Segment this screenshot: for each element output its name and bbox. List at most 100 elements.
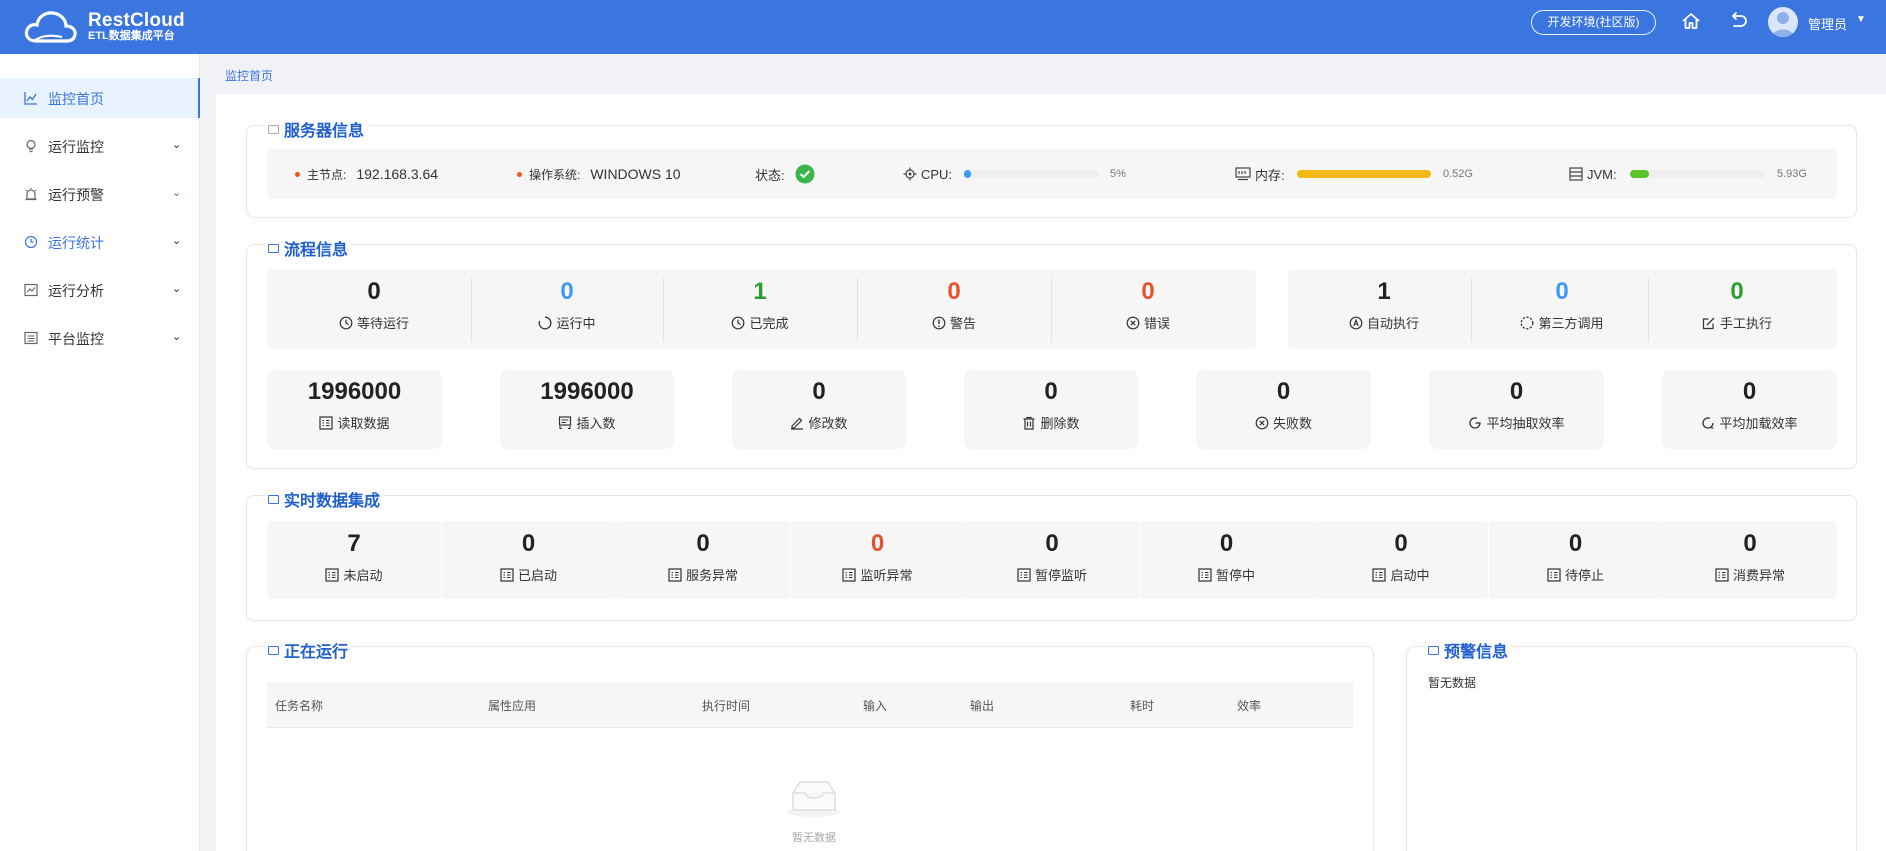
insert-icon bbox=[559, 415, 572, 429]
column-header-input[interactable]: 输入 bbox=[863, 697, 887, 714]
master-label: 主节点: bbox=[307, 167, 347, 182]
breadcrumb[interactable]: 监控首页 bbox=[225, 67, 273, 84]
stat-label: 自动执行 bbox=[1322, 313, 1446, 332]
realtime-stat-card[interactable]: 0 启动中 bbox=[1314, 521, 1488, 599]
realtime-stat-card[interactable]: 0 消费异常 bbox=[1663, 521, 1837, 599]
stat-value: 0 bbox=[1394, 530, 1408, 557]
chart-line-icon bbox=[24, 92, 37, 105]
environment-button[interactable]: 开发环境(社区版) bbox=[1531, 10, 1656, 35]
stat-label-text: 手工执行 bbox=[1719, 316, 1772, 331]
card-label-text: 插入数 bbox=[576, 416, 616, 431]
stat-completed[interactable]: 1 已完成 bbox=[698, 277, 822, 332]
jvm-progress-fill bbox=[1630, 170, 1649, 178]
section-title-text: 预警信息 bbox=[1444, 644, 1509, 661]
card-content: 0 平均加载效率 bbox=[1662, 377, 1837, 432]
sidebar-item-run-warning[interactable]: 运行预警 ⌄ bbox=[0, 174, 200, 214]
sidebar-item-label: 监控首页 bbox=[48, 91, 104, 107]
home-icon[interactable] bbox=[1680, 10, 1706, 36]
analysis-icon bbox=[24, 283, 38, 297]
stat-warning[interactable]: 0 警告 bbox=[892, 277, 1016, 332]
stat-waiting[interactable]: 0 等待运行 bbox=[312, 277, 436, 332]
clock-icon bbox=[339, 316, 353, 329]
card-avg-load-efficiency[interactable]: 0 平均加载效率 bbox=[1662, 370, 1837, 449]
realtime-stat: 7 未启动 bbox=[267, 529, 441, 584]
column-header-efficiency[interactable]: 效率 bbox=[1237, 697, 1261, 714]
sidebar-item-platform-monitor[interactable]: 平台监控 ⌄ bbox=[0, 318, 200, 358]
stat-manual-exec[interactable]: 0 手工执行 bbox=[1675, 277, 1799, 332]
column-header-duration[interactable]: 耗时 bbox=[1130, 697, 1154, 714]
column-header-output[interactable]: 输出 bbox=[970, 697, 994, 714]
realtime-stat: 0 待停止 bbox=[1489, 529, 1663, 584]
back-icon[interactable] bbox=[1727, 10, 1753, 36]
section-title: 预警信息 bbox=[1425, 638, 1512, 662]
stat-error[interactable]: 0 错误 bbox=[1086, 277, 1210, 332]
stat-label-text: 已完成 bbox=[749, 316, 789, 331]
stat-label-text: 错误 bbox=[1143, 316, 1170, 331]
sidebar-item-run-monitor[interactable]: 运行监控 ⌄ bbox=[0, 126, 200, 166]
stat-label-text: 警告 bbox=[949, 316, 976, 331]
realtime-stat-card[interactable]: 0 监听异常 bbox=[790, 521, 965, 599]
realtime-stat: 0 启动中 bbox=[1314, 529, 1488, 584]
stat-label-text: 运行中 bbox=[556, 316, 596, 331]
chevron-down-icon: ⌄ bbox=[172, 283, 182, 295]
stat-label-text: 启动中 bbox=[1390, 568, 1430, 583]
card-avg-extract-efficiency[interactable]: 0 平均抽取效率 bbox=[1429, 370, 1604, 449]
column-header-app[interactable]: 属性应用 bbox=[488, 697, 536, 714]
realtime-stat-card[interactable]: 7 未启动 bbox=[267, 521, 441, 599]
sidebar-item-run-stats[interactable]: 运行统计 ⌄ bbox=[0, 222, 200, 262]
stat-value: 0 bbox=[1555, 278, 1569, 305]
realtime-stat-card[interactable]: 0 已启动 bbox=[441, 521, 616, 599]
logo-name: RestCloud bbox=[88, 10, 185, 32]
stat-label-text: 监听异常 bbox=[860, 568, 913, 583]
card-value: 0 bbox=[1509, 378, 1524, 405]
divider bbox=[857, 278, 858, 342]
section-title-text: 实时数据集成 bbox=[284, 493, 381, 510]
stat-auto-exec[interactable]: 1 自动执行 bbox=[1322, 277, 1446, 332]
list-icon bbox=[500, 567, 514, 582]
list-icon bbox=[668, 567, 682, 582]
refresh-icon bbox=[1469, 416, 1482, 429]
stat-label: 启动中 bbox=[1314, 565, 1488, 584]
stat-label-text: 第三方调用 bbox=[1538, 316, 1604, 331]
stat-label-text: 消费异常 bbox=[1732, 568, 1785, 583]
avatar[interactable] bbox=[1768, 7, 1798, 37]
card-fail-count[interactable]: 0 失败数 bbox=[1196, 370, 1371, 449]
realtime-stat-card[interactable]: 0 暂停中 bbox=[1139, 521, 1314, 599]
card-content: 1996000 插入数 bbox=[500, 377, 674, 432]
card-read-data[interactable]: 1996000 读取数据 bbox=[267, 370, 442, 449]
stat-running[interactable]: 0 运行中 bbox=[505, 277, 629, 332]
card-label-text: 删除数 bbox=[1040, 416, 1080, 431]
stat-value: 0 bbox=[1568, 530, 1583, 557]
realtime-stat-card[interactable]: 0 暂停监听 bbox=[965, 521, 1139, 599]
bulb-icon bbox=[26, 139, 36, 153]
divider bbox=[663, 278, 664, 342]
stat-label: 暂停中 bbox=[1140, 565, 1314, 584]
stat-label-text: 暂停监听 bbox=[1034, 568, 1087, 583]
caret-down-icon[interactable]: ▼ bbox=[1856, 14, 1866, 25]
stat-label: 服务异常 bbox=[616, 565, 790, 584]
stat-third-party[interactable]: 0 第三方调用 bbox=[1500, 277, 1624, 332]
card-value: 0 bbox=[1742, 378, 1757, 405]
card-delete-count[interactable]: 0 删除数 bbox=[964, 370, 1138, 449]
card-insert-count[interactable]: 1996000 插入数 bbox=[500, 370, 674, 449]
sidebar-item-run-analysis[interactable]: 运行分析 ⌄ bbox=[0, 270, 200, 310]
sidebar-item-monitor-home[interactable]: 监控首页 bbox=[0, 78, 200, 118]
logo[interactable]: RestCloud ETL数据集成平台 bbox=[22, 4, 185, 50]
section-square-icon bbox=[268, 645, 279, 655]
realtime-stat-card[interactable]: 0 服务异常 bbox=[616, 521, 790, 599]
realtime-stat-card[interactable]: 0 待停止 bbox=[1488, 521, 1663, 599]
column-header-task-name[interactable]: 任务名称 bbox=[275, 697, 323, 714]
card-label: 删除数 bbox=[964, 413, 1138, 432]
sidebar: 监控首页 运行监控 ⌄ 运行预警 ⌄ 运行统计 ⌄ 运行分析 ⌄ 平台监控 ⌄ bbox=[0, 54, 200, 851]
cloud-logo-icon bbox=[24, 11, 77, 43]
card-modify-count[interactable]: 0 修改数 bbox=[732, 370, 906, 449]
list-icon bbox=[1017, 567, 1031, 582]
stat-value: 0 bbox=[870, 530, 885, 557]
stat-label-text: 等待运行 bbox=[356, 316, 409, 331]
chevron-down-icon: ⌄ bbox=[172, 139, 182, 151]
user-name[interactable]: 管理员 bbox=[1808, 14, 1847, 33]
column-header-exec-time[interactable]: 执行时间 bbox=[702, 697, 750, 714]
stat-label: 已完成 bbox=[698, 313, 822, 332]
section-square-icon bbox=[268, 494, 279, 504]
top-header: RestCloud ETL数据集成平台 开发环境(社区版) 管理员 ▼ bbox=[0, 0, 1886, 54]
